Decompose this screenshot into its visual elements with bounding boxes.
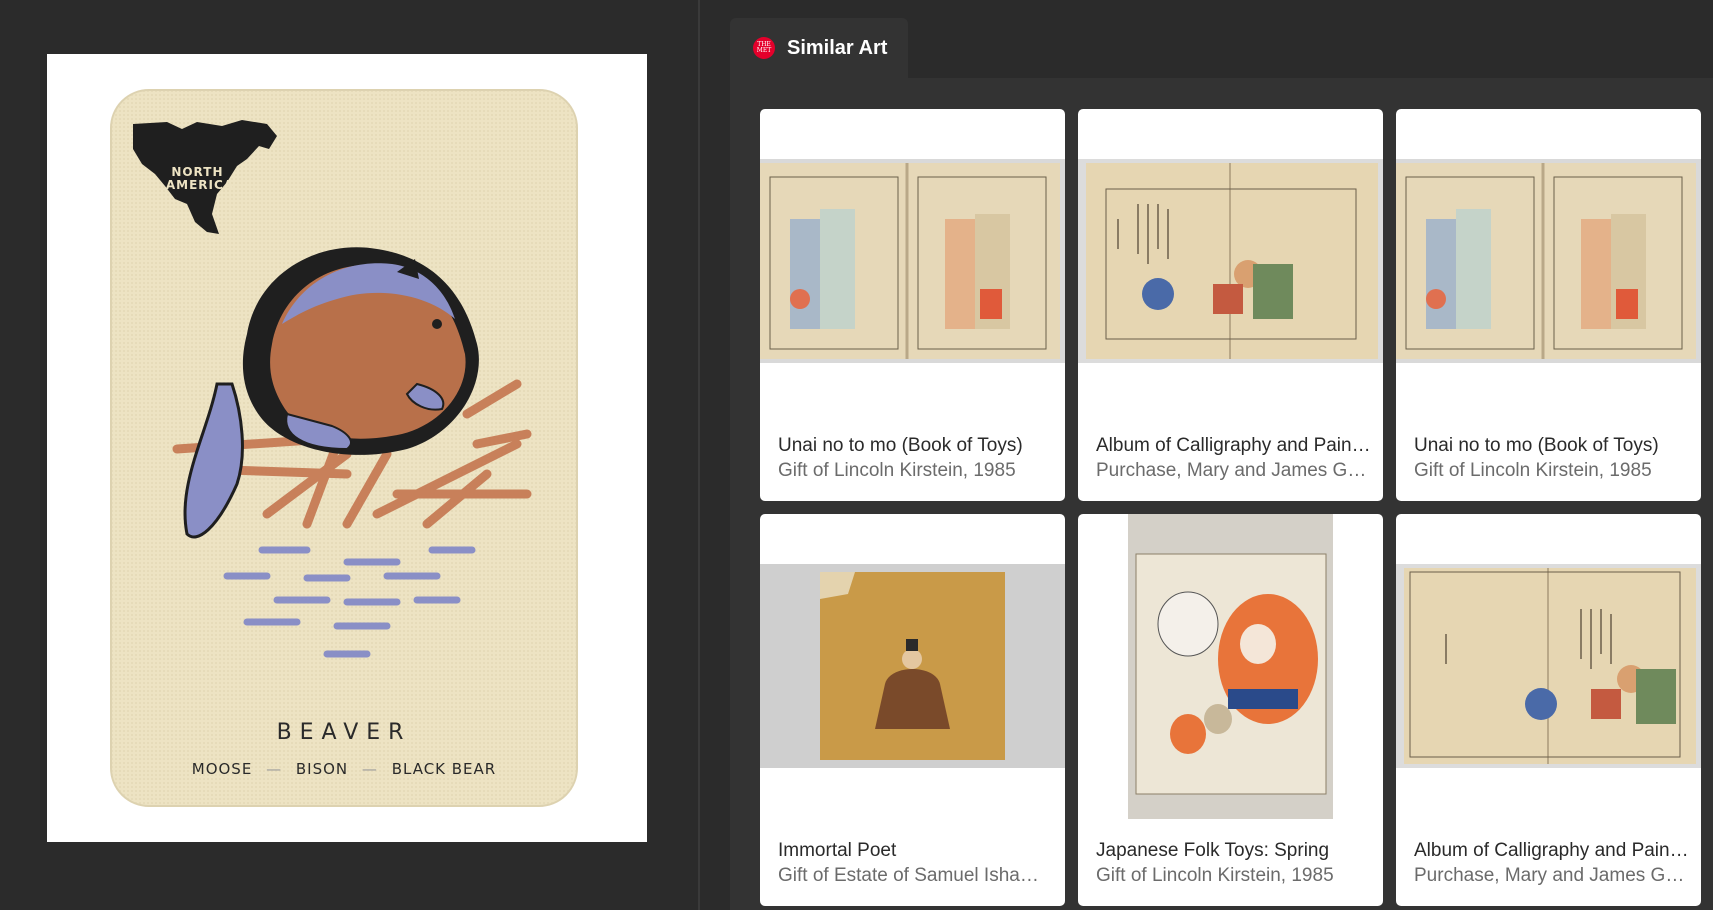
artwork-thumbnail bbox=[1396, 159, 1701, 363]
art-card-title: Album of Calligraphy and Paintings bbox=[1414, 840, 1689, 861]
artwork-pane: NORTH AMERICA BEAVER MOOSE — BISON — BLA… bbox=[0, 0, 698, 910]
card-region-label: NORTH AMERICA bbox=[166, 165, 234, 192]
tab-similar-art[interactable]: THE MET Similar Art bbox=[730, 18, 908, 78]
art-card-title: Japanese Folk Toys: Spring bbox=[1096, 840, 1330, 861]
artwork-thumbnail bbox=[1396, 564, 1701, 768]
card-animal-name: BEAVER bbox=[277, 720, 412, 745]
beaver-card-illustration: NORTH AMERICA BEAVER MOOSE — BISON — BLA… bbox=[110, 89, 578, 807]
artwork-thumbnail bbox=[1128, 514, 1333, 819]
similar-art-pane: THE MET Similar Art Unai no to mo (Book o… bbox=[700, 0, 1713, 910]
art-card-credit: Gift of Lincoln Kirstein, 1985 bbox=[1414, 460, 1652, 481]
artwork-thumbnail bbox=[760, 159, 1065, 363]
art-card[interactable]: Album of Calligraphy and Paintings Purch… bbox=[1396, 514, 1701, 906]
art-card-credit: Gift of Lincoln Kirstein, 1985 bbox=[1096, 865, 1334, 886]
art-card-title: Unai no to mo (Book of Toys) bbox=[778, 435, 1023, 456]
art-card-title: Immortal Poet bbox=[778, 840, 897, 861]
art-card-credit: Purchase, Mary and James G. Wallach Foun… bbox=[1414, 865, 1689, 886]
art-card-title: Unai no to mo (Book of Toys) bbox=[1414, 435, 1659, 456]
art-card[interactable]: Unai no to mo (Book of Toys) Gift of Lin… bbox=[1396, 109, 1701, 501]
art-card[interactable]: Japanese Folk Toys: Spring Gift of Linco… bbox=[1078, 514, 1383, 906]
art-card[interactable]: Immortal Poet Gift of Estate of Samuel I… bbox=[760, 514, 1065, 906]
artwork-thumbnail bbox=[760, 564, 1065, 768]
art-card-credit: Gift of Lincoln Kirstein, 1985 bbox=[778, 460, 1016, 481]
similar-art-grid: Unai no to mo (Book of Toys) Gift of Lin… bbox=[730, 78, 1713, 910]
artwork-thumbnail bbox=[1078, 159, 1383, 363]
art-card-credit: Purchase, Mary and James G. Wallach Foun… bbox=[1096, 460, 1371, 481]
card-footer-animals: MOOSE — BISON — BLACK BEAR bbox=[192, 760, 496, 778]
met-logo-icon: THE MET bbox=[753, 37, 775, 59]
artwork-image[interactable]: NORTH AMERICA BEAVER MOOSE — BISON — BLA… bbox=[47, 54, 647, 842]
tab-label: Similar Art bbox=[787, 36, 888, 59]
art-card[interactable]: Unai no to mo (Book of Toys) Gift of Lin… bbox=[760, 109, 1065, 501]
art-card-credit: Gift of Estate of Samuel Isham, 1914 bbox=[778, 865, 1053, 886]
art-card-title: Album of Calligraphy and Paintings bbox=[1096, 435, 1371, 456]
art-card[interactable]: Album of Calligraphy and Paintings Purch… bbox=[1078, 109, 1383, 501]
